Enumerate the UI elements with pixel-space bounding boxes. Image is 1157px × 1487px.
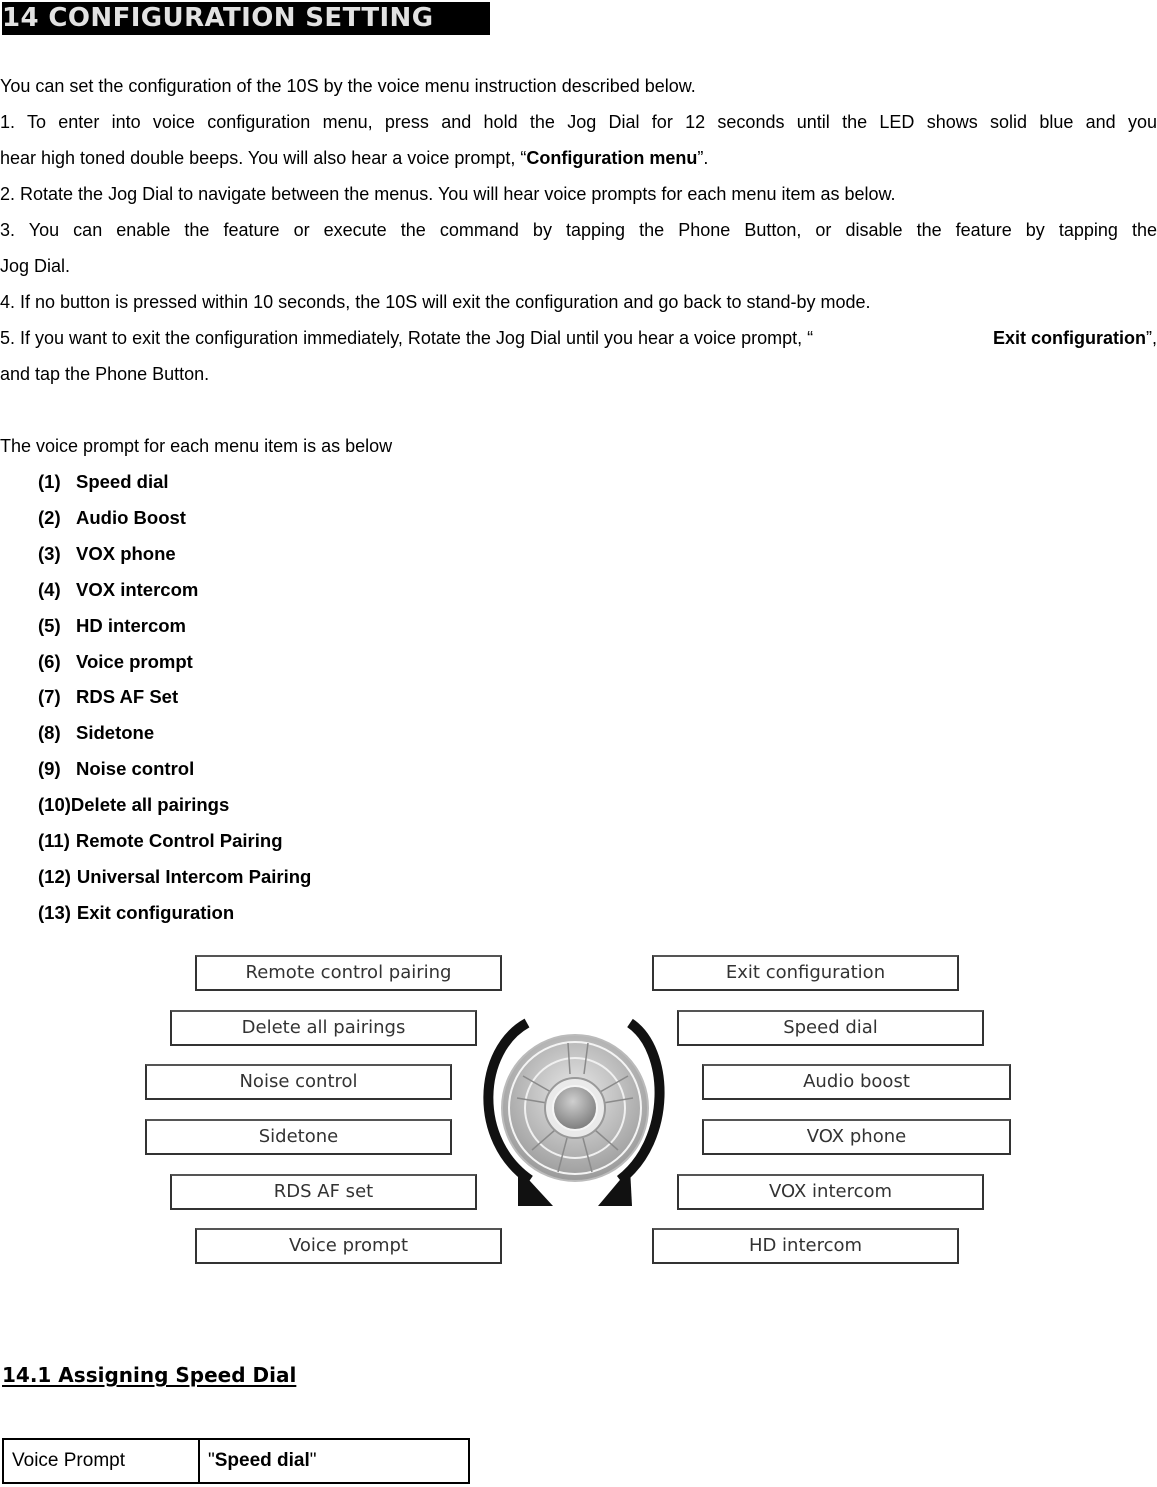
diagram-box-left: Remote control pairing <box>195 955 502 991</box>
menu-item-number: (5) <box>38 614 61 636</box>
step-5-post: ”, <box>1146 328 1157 348</box>
menu-item-number: (8) <box>38 722 61 744</box>
jog-dial-illustration <box>483 1018 665 1206</box>
table-cell-label: Voice Prompt <box>2 1438 200 1484</box>
jog-dial-menu-diagram: Remote control pairing Delete all pairin… <box>0 940 1157 1280</box>
menu-item-number: (11) <box>38 830 70 851</box>
menu-item-number: (13) <box>38 901 71 923</box>
menu-item-label: HD intercom <box>76 614 186 636</box>
menu-list-item: (2) Audio Boost <box>38 507 186 529</box>
menu-item-number: (2) <box>38 506 61 528</box>
menu-list-item: (7) RDS AF Set <box>38 686 178 708</box>
diagram-box-left: RDS AF set <box>170 1174 477 1210</box>
page-heading: 14 CONFIGURATION SETTING <box>2 2 490 35</box>
menu-list-item: (10)Delete all pairings <box>38 794 229 816</box>
menu-list-item: (8) Sidetone <box>38 722 154 744</box>
diagram-box-left: Noise control <box>145 1064 452 1100</box>
voice-prompt-value: Speed dial <box>214 1450 310 1471</box>
step-2: 2. Rotate the Jog Dial to navigate betwe… <box>0 184 896 204</box>
step-5-bold: Exit configuration <box>993 328 1146 348</box>
intro-paragraph: You can set the configuration of the 10S… <box>0 76 696 96</box>
voice-prompt-table: Voice Prompt "Speed dial" <box>2 1438 470 1484</box>
menu-item-number: (10) <box>38 794 71 816</box>
diagram-box-right: Exit configuration <box>652 955 959 991</box>
menu-item-number: (1) <box>38 471 61 492</box>
menu-item-number: (12) <box>38 865 71 887</box>
menu-list-item: (11) Remote Control Pairing <box>38 830 283 852</box>
table-cell-value: "Speed dial" <box>198 1438 470 1484</box>
step-5-line-2: and tap the Phone Button. <box>0 364 210 384</box>
menu-item-label: Sidetone <box>76 722 155 744</box>
menu-item-label: Voice prompt <box>76 650 193 672</box>
table-row: Voice Prompt "Speed dial" <box>2 1438 470 1484</box>
menu-item-number: (4) <box>38 578 61 600</box>
diagram-box-right: Speed dial <box>677 1010 984 1046</box>
step-5-text: 5. If you want to exit the configuration… <box>0 328 814 348</box>
diagram-box-right: HD intercom <box>652 1228 959 1264</box>
menu-item-label: Remote Control Pairing <box>75 830 283 851</box>
menu-list-item: (12) Universal Intercom Pairing <box>38 866 311 888</box>
menu-item-label: Audio Boost <box>76 506 186 528</box>
menu-list-item: (4) VOX intercom <box>38 579 198 601</box>
quote-open: " <box>208 1450 215 1471</box>
menu-item-label: Speed dial <box>76 471 169 492</box>
menu-list-item: (5) HD intercom <box>38 615 186 637</box>
list-intro: The voice prompt for each menu item is a… <box>0 436 393 456</box>
section-heading: 14.1 Assigning Speed Dial <box>2 1363 297 1387</box>
step-3-line-1: 3. You can enable the feature or execute… <box>0 220 1157 240</box>
menu-item-label: Exit configuration <box>76 901 235 923</box>
diagram-box-right: Audio boost <box>702 1064 1011 1100</box>
menu-list-item: (9) Noise control <box>38 758 194 780</box>
menu-list-item: (13) Exit configuration <box>38 902 234 924</box>
menu-list-item: (1) Speed dial <box>38 471 169 493</box>
step-1-post: ”. <box>697 148 709 168</box>
step-4: 4. If no button is pressed within 10 sec… <box>0 292 871 312</box>
step-1-text: hear high toned double beeps. You will a… <box>0 148 527 168</box>
diagram-box-left: Delete all pairings <box>170 1010 477 1046</box>
menu-item-number: (6) <box>38 650 61 672</box>
jog-dial-icon <box>501 1034 649 1182</box>
menu-item-label: VOX phone <box>76 542 176 564</box>
menu-item-label: Universal Intercom Pairing <box>76 865 312 887</box>
step-1-line-2: hear high toned double beeps. You will a… <box>0 147 708 169</box>
step-1-line-1: 1. To enter into voice configuration men… <box>0 112 1157 132</box>
menu-item-number: (7) <box>38 686 61 708</box>
menu-item-label: RDS AF Set <box>76 686 179 708</box>
step-3-line-2: Jog Dial. <box>0 256 71 276</box>
diagram-box-left: Voice prompt <box>195 1228 502 1264</box>
menu-item-label: Noise control <box>76 758 195 780</box>
menu-item-label: VOX intercom <box>76 578 199 600</box>
diagram-box-right: VOX phone <box>702 1119 1011 1155</box>
step-1-bold: Configuration menu <box>526 148 698 168</box>
diagram-box-right: VOX intercom <box>677 1174 984 1210</box>
menu-item-number: (3) <box>38 542 61 564</box>
menu-item-label: Delete all pairings <box>70 794 230 816</box>
quote-close: " <box>309 1450 317 1471</box>
menu-item-number: (9) <box>38 758 61 780</box>
menu-list-item: (3) VOX phone <box>38 543 176 565</box>
menu-list-item: (6) Voice prompt <box>38 651 193 673</box>
diagram-box-left: Sidetone <box>145 1119 452 1155</box>
step-5-line-1: 5. If you want to exit the configuration… <box>0 327 1157 349</box>
